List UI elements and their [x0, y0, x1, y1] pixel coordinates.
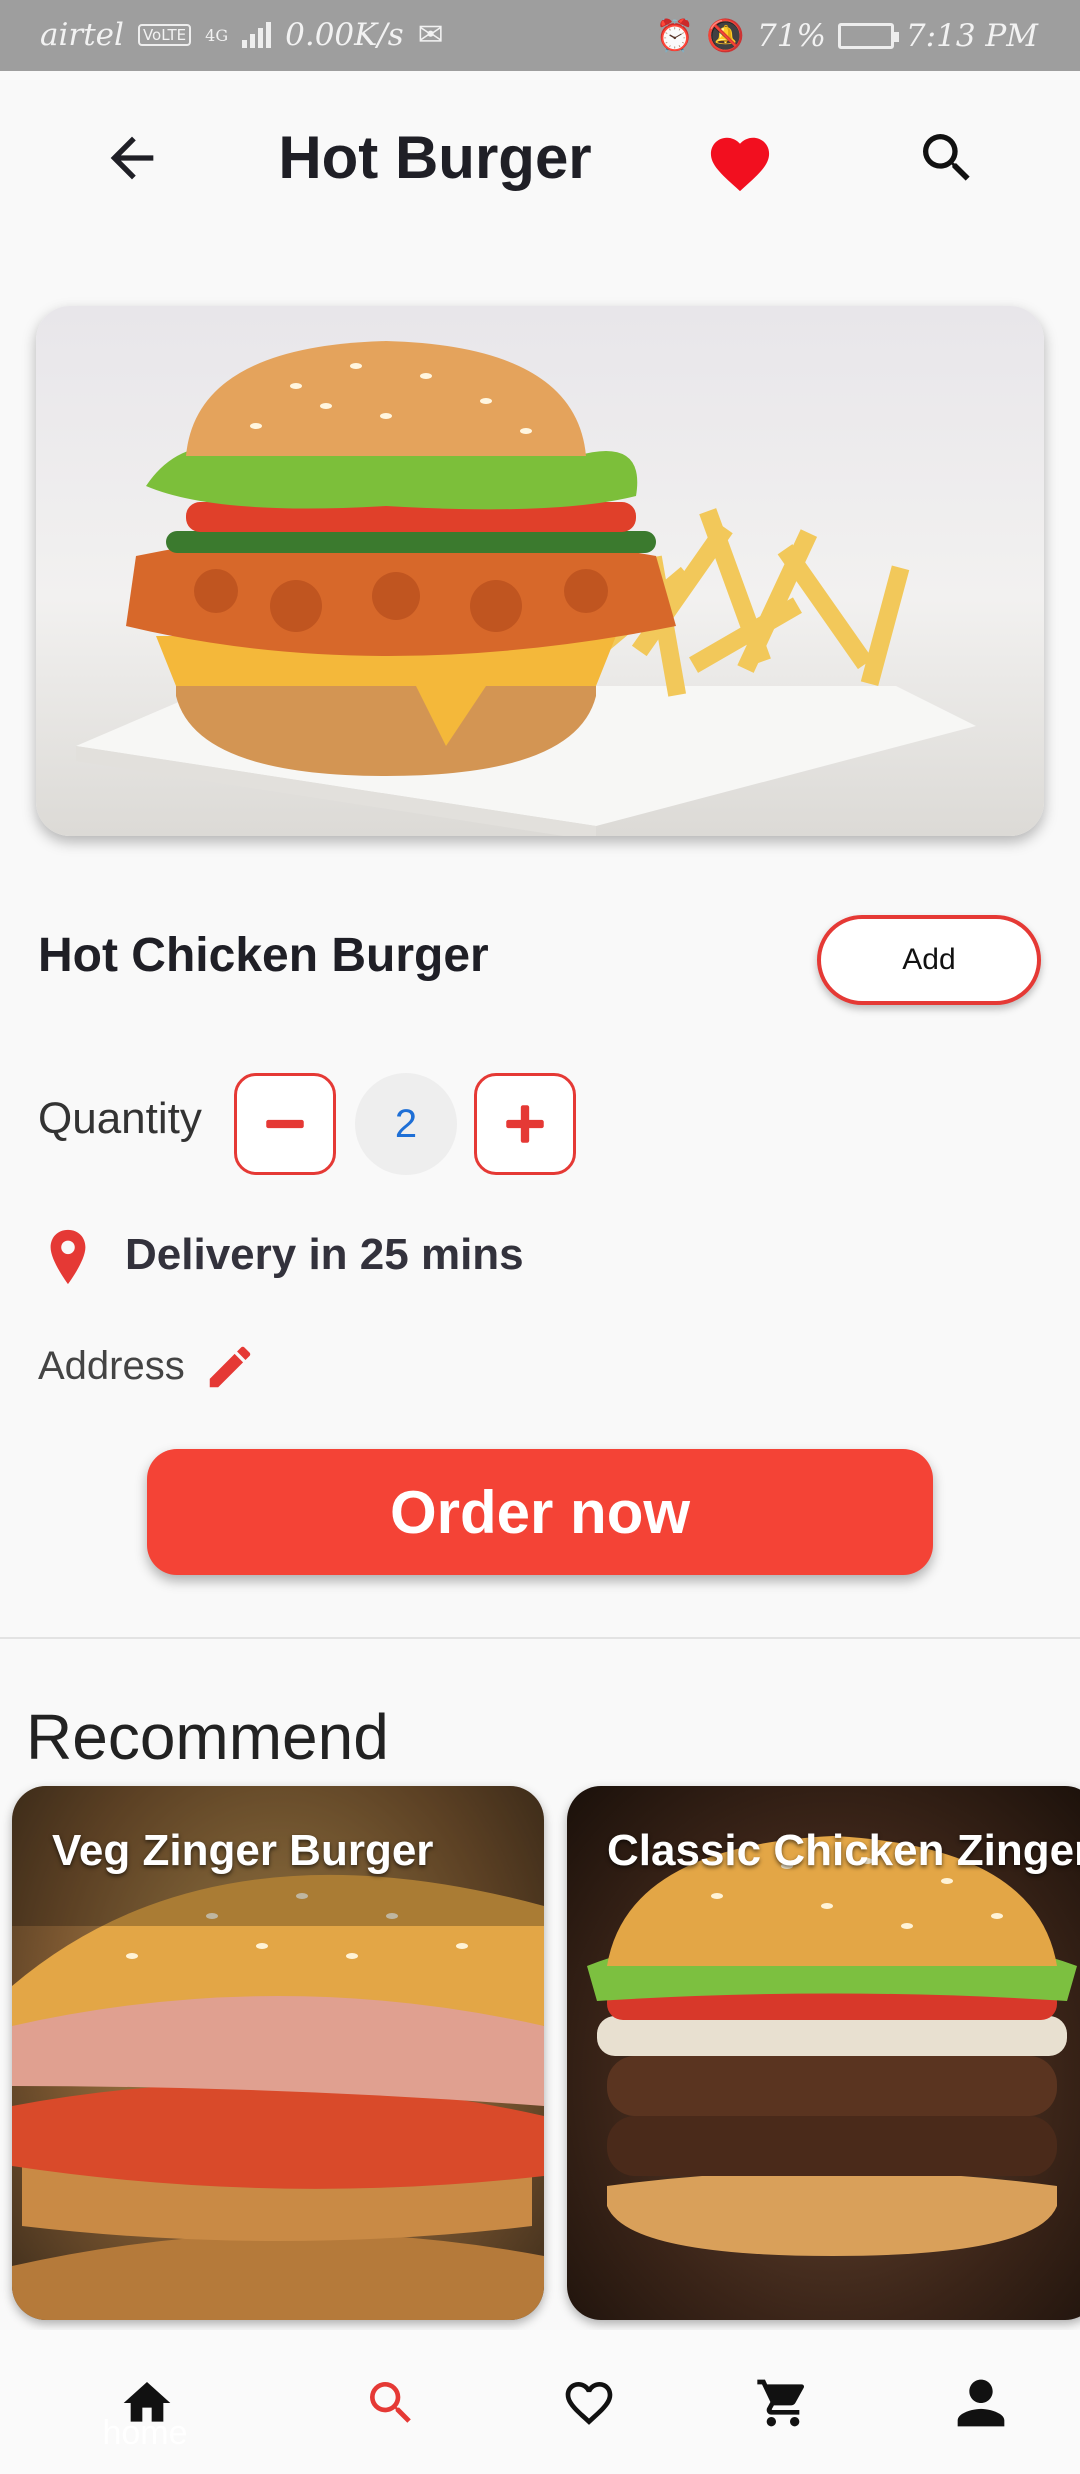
delivery-time: Delivery in 25 mins: [125, 1230, 524, 1279]
location-pin-icon: [44, 1228, 92, 1286]
recommend-item-label: Veg Zinger Burger: [52, 1826, 434, 1875]
recommend-card[interactable]: Veg Zinger Burger: [12, 1786, 544, 2320]
increase-quantity-button[interactable]: [474, 1073, 576, 1175]
add-button[interactable]: Add: [817, 915, 1041, 1005]
clock: 7:13 PM: [905, 17, 1038, 54]
app-header: Hot Burger: [0, 71, 1080, 246]
arrow-left-icon[interactable]: [100, 126, 164, 190]
status-bar: airtel VoLTE 4G 0.00K/s ✉ ⏰ 🔕 71% 7:13 P…: [0, 0, 1080, 71]
heart-icon[interactable]: [705, 129, 775, 193]
quantity-label: Quantity: [38, 1094, 202, 1143]
section-divider: [0, 1637, 1080, 1639]
search-icon[interactable]: [346, 2358, 436, 2448]
edit-icon[interactable]: [203, 1340, 257, 1394]
product-image: [36, 306, 1044, 836]
search-icon[interactable]: [915, 126, 979, 190]
mute-icon: 🔕: [706, 18, 746, 54]
address-label: Address: [38, 1344, 185, 1388]
quantity-value: 2: [355, 1073, 457, 1175]
plus-icon: [506, 1105, 544, 1143]
mail-icon: ✉: [417, 17, 444, 53]
page-title: Hot Burger: [278, 124, 592, 191]
network-type: 4G: [205, 25, 229, 45]
heart-outline-icon[interactable]: [544, 2358, 634, 2448]
decrease-quantity-button[interactable]: [234, 1073, 336, 1175]
recommend-item-label: Classic Chicken Zinger: [607, 1826, 1080, 1875]
bottom-navigation: home: [0, 2330, 1080, 2474]
order-now-button[interactable]: Order now: [147, 1449, 933, 1575]
recommend-card[interactable]: Classic Chicken Zinger: [567, 1786, 1080, 2320]
carrier-name: airtel: [40, 17, 124, 53]
battery-percent: 71%: [757, 17, 826, 54]
volte-badge: VoLTE: [137, 24, 192, 46]
alarm-icon: ⏰: [655, 18, 695, 54]
cart-icon[interactable]: [738, 2358, 828, 2448]
signal-icon: [242, 22, 272, 48]
product-name: Hot Chicken Burger: [38, 929, 489, 982]
minus-icon: [266, 1119, 304, 1129]
person-icon[interactable]: [936, 2358, 1026, 2448]
battery-icon: [837, 22, 899, 49]
recommend-title: Recommend: [26, 1701, 389, 1773]
home-label: home: [102, 2414, 188, 2452]
network-speed: 0.00K/s: [285, 17, 404, 53]
